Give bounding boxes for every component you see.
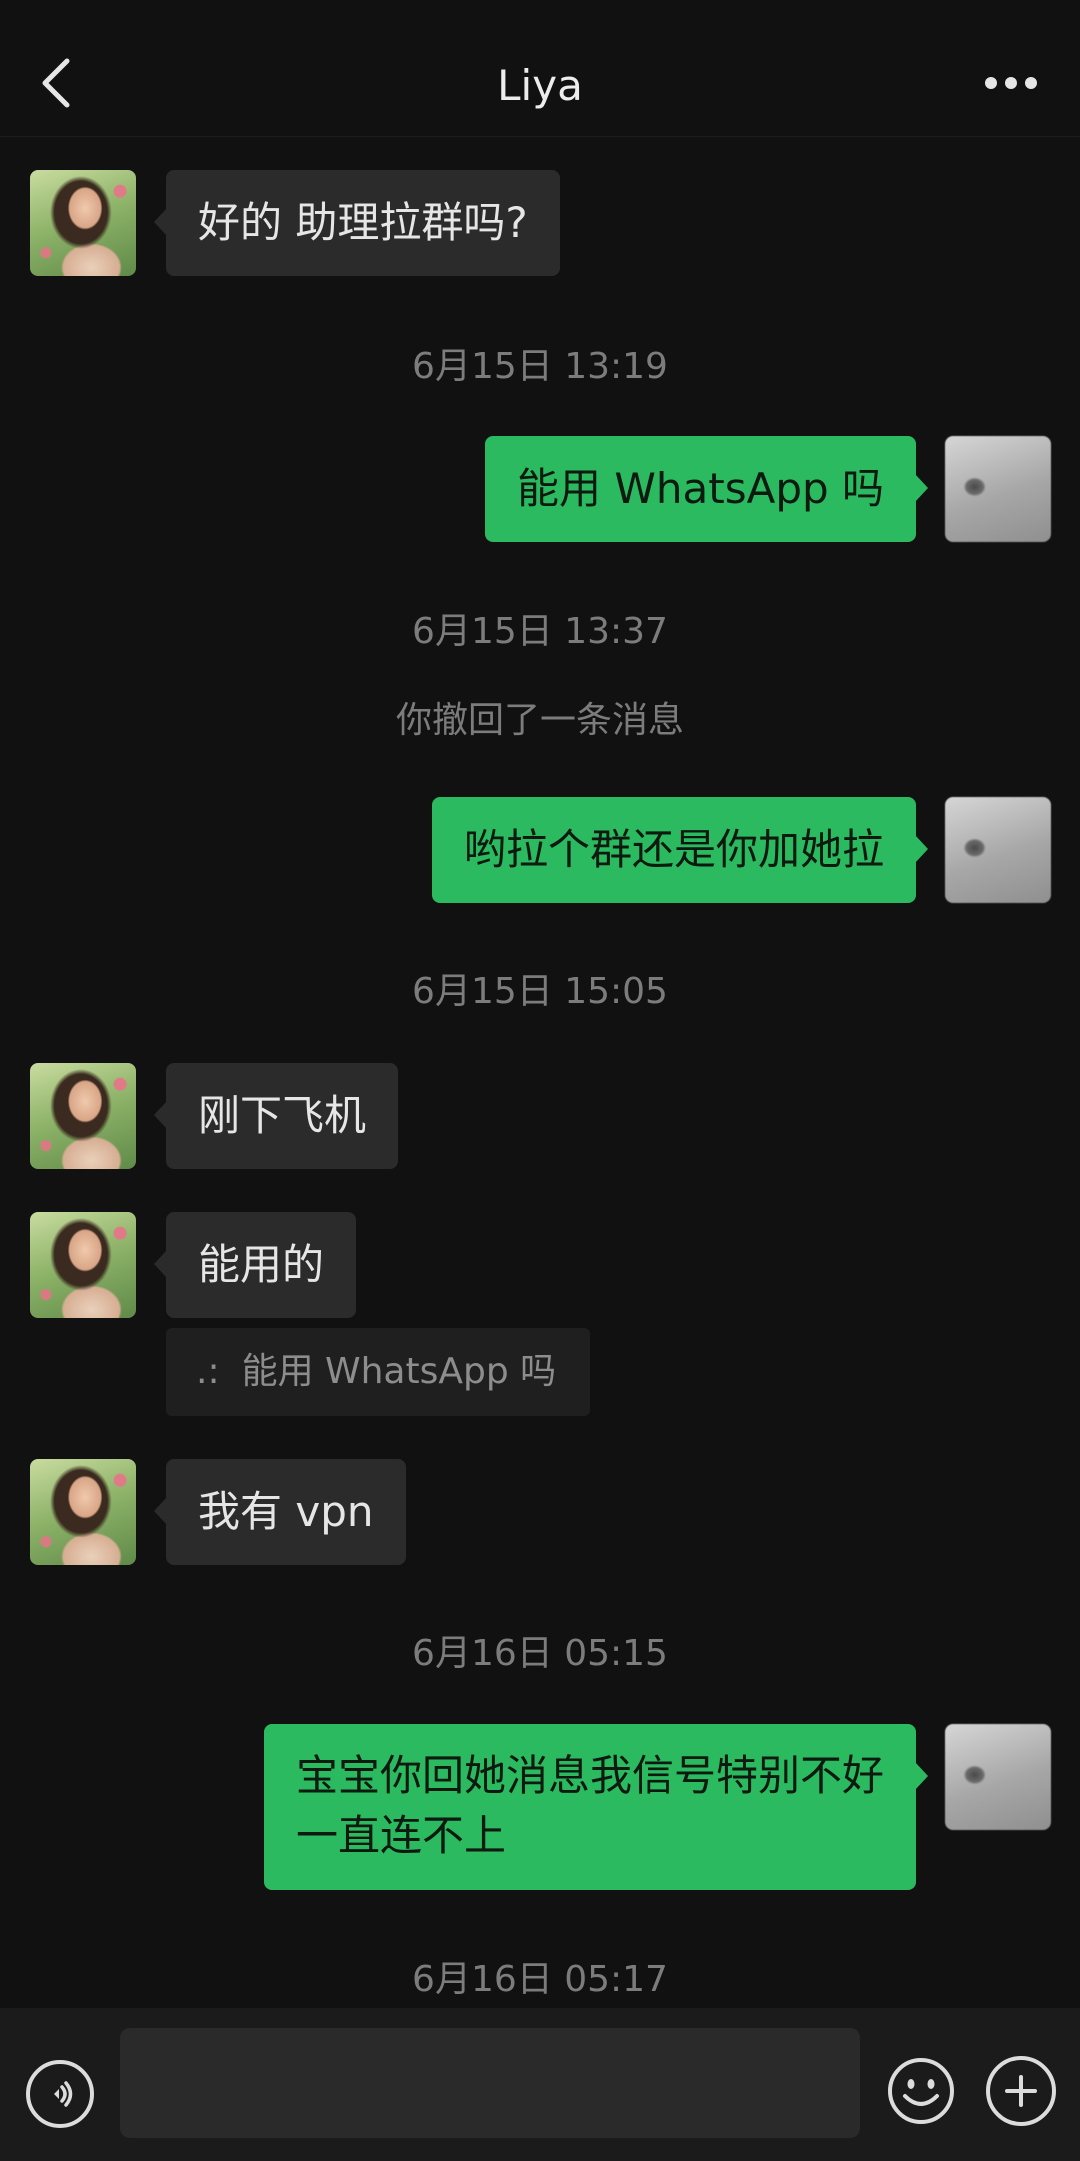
input-bar: [0, 2008, 1080, 2161]
voice-button[interactable]: [26, 2060, 94, 2128]
contact-avatar[interactable]: [30, 170, 136, 276]
quote-mark: .:: [196, 1351, 220, 1392]
quoted-message[interactable]: .: 能用 WhatsApp 吗: [166, 1328, 590, 1416]
incoming-message-bubble[interactable]: 好的 助理拉群吗?: [154, 170, 560, 276]
chevron-left-icon: [42, 58, 70, 108]
quoted-text: 能用 WhatsApp 吗: [241, 1351, 557, 1392]
incoming-message-bubble[interactable]: 我有 vpn: [154, 1459, 406, 1565]
chat-screen: Liya 好的 助理拉群吗? 6月15日 13:19 能用 WhatsApp 吗…: [0, 0, 1080, 2161]
message-line: 宝宝你回她消息我信号特别不好: [295, 1751, 884, 1800]
message-line: 一直连不上: [295, 1811, 506, 1860]
self-avatar[interactable]: [945, 1724, 1051, 1830]
contact-avatar[interactable]: [30, 1212, 136, 1318]
more-functions-button[interactable]: [986, 2056, 1056, 2126]
back-button[interactable]: [28, 48, 84, 118]
self-avatar[interactable]: [945, 436, 1051, 542]
more-button[interactable]: [966, 60, 1056, 106]
emoji-button[interactable]: [886, 2056, 956, 2126]
incoming-message-bubble[interactable]: 能用的: [153, 1212, 357, 1318]
top-bar: Liya: [0, 0, 1080, 137]
timestamp: 6月16日 05:17: [412, 1959, 668, 2000]
voice-wave-icon: [54, 2081, 73, 2107]
incoming-message-bubble[interactable]: 刚下飞机: [153, 1063, 399, 1169]
contact-avatar[interactable]: [30, 1063, 136, 1169]
chat-title: Liya: [497, 61, 583, 110]
message-input[interactable]: [120, 2028, 860, 2138]
timestamp: 6月15日 15:05: [412, 971, 668, 1012]
emoji-face-icon: [888, 2058, 954, 2124]
timestamp: 6月15日 13:19: [412, 346, 668, 387]
more-dots-icon: [985, 77, 1037, 89]
timestamp: 6月16日 05:15: [412, 1633, 668, 1674]
self-avatar[interactable]: [945, 797, 1051, 903]
outgoing-message-bubble[interactable]: 哟拉个群还是你加她拉: [431, 797, 929, 903]
recall-notice: 你撤回了一条消息: [395, 700, 684, 741]
plus-circle-icon: [1005, 2075, 1037, 2107]
outgoing-message-bubble[interactable]: 能用 WhatsApp 吗: [485, 436, 928, 542]
timestamp: 6月15日 13:37: [412, 611, 668, 652]
outgoing-message-bubble[interactable]: 宝宝你回她消息我信号特别不好 一直连不上: [263, 1724, 929, 1890]
contact-avatar[interactable]: [30, 1459, 136, 1565]
